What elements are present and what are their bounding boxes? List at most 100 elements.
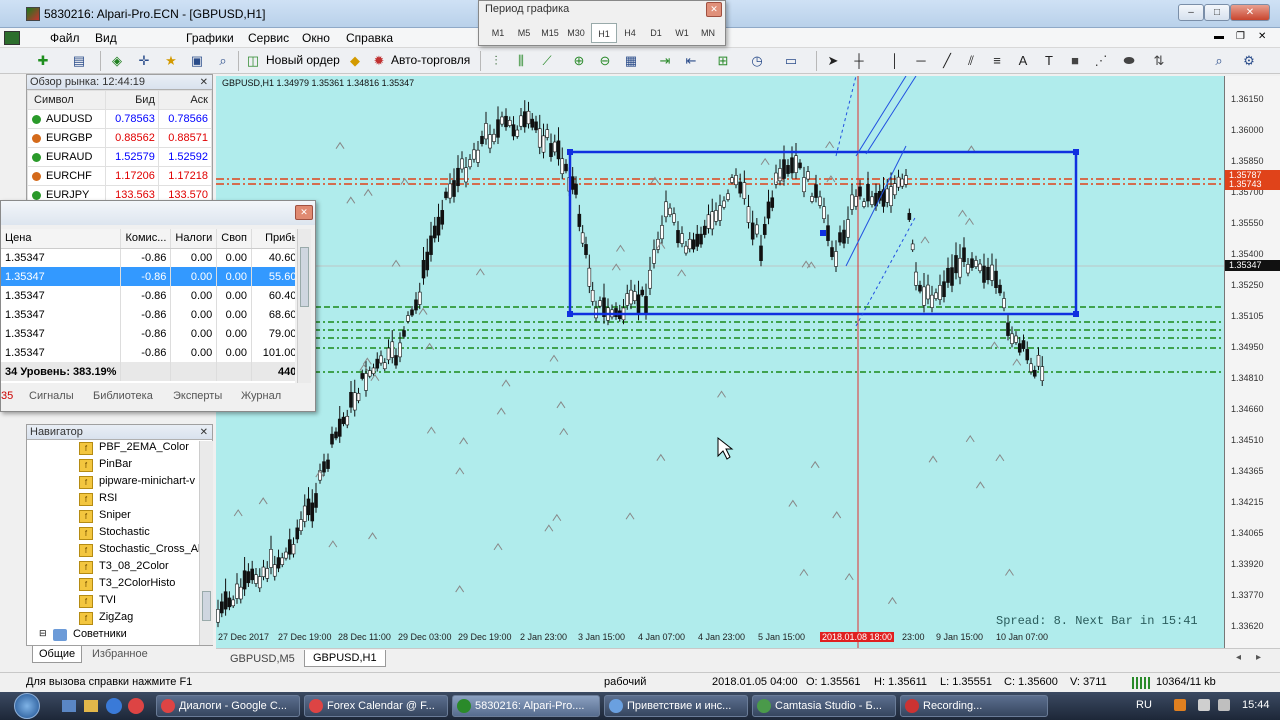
trade-row[interactable]: 1.35347-0.860.000.00101.00✕ [1,343,295,362]
trade-row[interactable]: 1.35347-0.860.000.0068.60✕ [1,305,295,324]
ie-icon[interactable] [106,698,122,714]
market-watch-row[interactable]: AUDUSD 0.78563 0.78566 [27,109,212,129]
line-chart-icon[interactable]: ⟋ [538,52,556,70]
doc-minimize-button[interactable]: ▬ [1214,31,1224,42]
col-profit[interactable]: Прибыль [251,229,295,249]
pitchfork-icon[interactable]: ⋰ [1092,52,1110,70]
task-metatrader[interactable]: 5830216: Alpari-Pro.... [452,695,600,717]
chart-area[interactable]: GBPUSD,H1 1.34979 1.35361 1.34816 1.3534… [216,76,1224,648]
search-icon[interactable]: ⌕ [1210,52,1228,70]
autotrading-icon[interactable]: ✹ [370,52,388,70]
col-ask[interactable]: Аск [157,90,212,110]
menu-window[interactable]: Окно [302,31,330,45]
navigator-item[interactable]: f ZigZag [79,611,133,625]
trade-row[interactable]: 1.35347-0.860.000.0060.40✕ [1,286,295,305]
navigator-icon[interactable]: ★ [162,52,180,70]
tabs-scroll-left-icon[interactable]: ◂ [1236,652,1241,663]
navigator-item[interactable]: f Sniper [79,509,131,523]
terminal-scrollbar[interactable] [297,229,311,383]
trade-row[interactable]: 1.35347-0.860.000.0040.60✕ [1,248,295,267]
col-swap[interactable]: Своп [216,229,253,249]
autotrading-button[interactable]: Авто-торговля [391,53,470,67]
collapse-icon[interactable]: ⊟ [39,628,47,639]
templates-icon[interactable]: ▭ [782,52,800,70]
doc-close-button[interactable]: ✕ [1258,31,1266,42]
navigator-item[interactable]: f RSI [79,492,117,506]
tab-library[interactable]: Библиотека [93,390,153,402]
navigator-item[interactable]: f TVI [79,594,116,608]
navigator-item[interactable]: f PBF_2EMA_Color [79,441,189,455]
col-price[interactable]: Цена [1,229,122,249]
task-chrome-dialogs[interactable]: Диалоги - Google C... [156,695,300,717]
volume-icon[interactable] [1218,699,1230,711]
tester-icon[interactable]: ⌕ [214,52,232,70]
horizontal-line-icon[interactable]: ─ [912,52,930,70]
market-watch-close-icon[interactable]: ✕ [200,75,208,90]
trade-row[interactable]: 1.35347-0.860.000.0055.60✕ [1,267,295,286]
new-chart-icon[interactable]: ✚ [34,52,52,70]
new-order-icon[interactable]: ◫ [244,52,262,70]
market-watch-icon[interactable]: ◈ [108,52,126,70]
menu-help[interactable]: Справка [346,31,393,45]
market-watch-row[interactable]: EURCHF 1.17206 1.17218 [27,166,212,186]
tab-gbpusd-m5[interactable]: GBPUSD,M5 [224,651,301,667]
zoom-in-icon[interactable]: ⊕ [570,52,588,70]
period-d1[interactable]: D1 [643,23,669,43]
label-icon[interactable]: T [1040,52,1058,70]
start-button[interactable] [14,693,40,719]
data-window-icon[interactable]: ✛ [135,52,153,70]
crosshair-icon[interactable]: ┼ [850,52,868,70]
network-icon[interactable] [1198,699,1210,711]
market-watch-row[interactable]: EURGBP 0.88562 0.88571 [27,128,212,148]
chrome-icon[interactable] [128,698,144,714]
task-forex-calendar[interactable]: Forex Calendar @ F... [304,695,448,717]
navigator-item[interactable]: f pipware-minichart-v [79,475,195,489]
menu-charts[interactable]: Графики [186,31,234,45]
candles-icon[interactable]: ⫼ [512,52,530,70]
period-m15[interactable]: M15 [537,23,563,43]
tray-icon[interactable] [1174,699,1186,711]
navigator-item[interactable]: f Stochastic [79,526,150,540]
task-welcome[interactable]: Приветствие и инс... [604,695,748,717]
navigator-scrollbar[interactable] [199,441,213,645]
col-commission[interactable]: Комис... [120,229,172,249]
period-m30[interactable]: M30 [563,23,589,43]
terminal-scroll-thumb[interactable] [300,247,309,307]
tab-prev[interactable]: 35 [1,390,13,402]
tabs-scroll-right-icon[interactable]: ▸ [1256,652,1261,663]
navigator-scroll-thumb[interactable] [202,591,211,621]
language-indicator[interactable]: RU [1136,699,1152,711]
period-mn[interactable]: MN [695,23,721,43]
terminal-icon[interactable]: ▣ [188,52,206,70]
trade-row[interactable]: 1.35347-0.860.000.0079.00✕ [1,324,295,343]
tab-common[interactable]: Общие [32,646,83,663]
period-w1[interactable]: W1 [669,23,695,43]
indicators-icon[interactable]: ⊞ [714,52,732,70]
navigator-item[interactable]: f PinBar [79,458,132,472]
zoom-out-icon[interactable]: ⊖ [596,52,614,70]
navigator-item[interactable]: f T3_2ColorHisto [79,577,175,591]
col-taxes[interactable]: Налоги [170,229,218,249]
navigator-item[interactable]: f T3_08_2Color [79,560,169,574]
tab-gbpusd-h1[interactable]: GBPUSD,H1 [304,650,386,667]
period-m5[interactable]: M5 [511,23,537,43]
text-icon[interactable]: A [1014,52,1032,70]
new-order-button[interactable]: Новый ордер [266,53,340,67]
navigator-close-icon[interactable]: ✕ [200,425,208,440]
terminal-close-button[interactable]: ✕ [295,205,313,220]
menu-service[interactable]: Сервис [248,31,289,45]
task-recording[interactable]: Recording... [900,695,1048,717]
menu-view[interactable]: Вид [95,31,117,45]
vertical-line-icon[interactable]: │ [886,52,904,70]
minimize-button[interactable]: – [1178,4,1204,21]
profiles-icon[interactable]: ▤ [70,52,88,70]
col-symbol[interactable]: Символ [27,90,106,110]
menu-file[interactable]: Файл [50,31,80,45]
trendline-icon[interactable]: ╱ [938,52,956,70]
ellipse-icon[interactable]: ⬬ [1120,52,1138,70]
settings-icon[interactable]: ⚙ [1240,52,1258,70]
navigator-folder-experts[interactable]: ⊟ Советники [39,628,127,641]
period-popup-close-button[interactable]: ✕ [706,2,722,17]
period-h1[interactable]: H1 [591,23,617,43]
tab-signals[interactable]: Сигналы [29,390,74,402]
